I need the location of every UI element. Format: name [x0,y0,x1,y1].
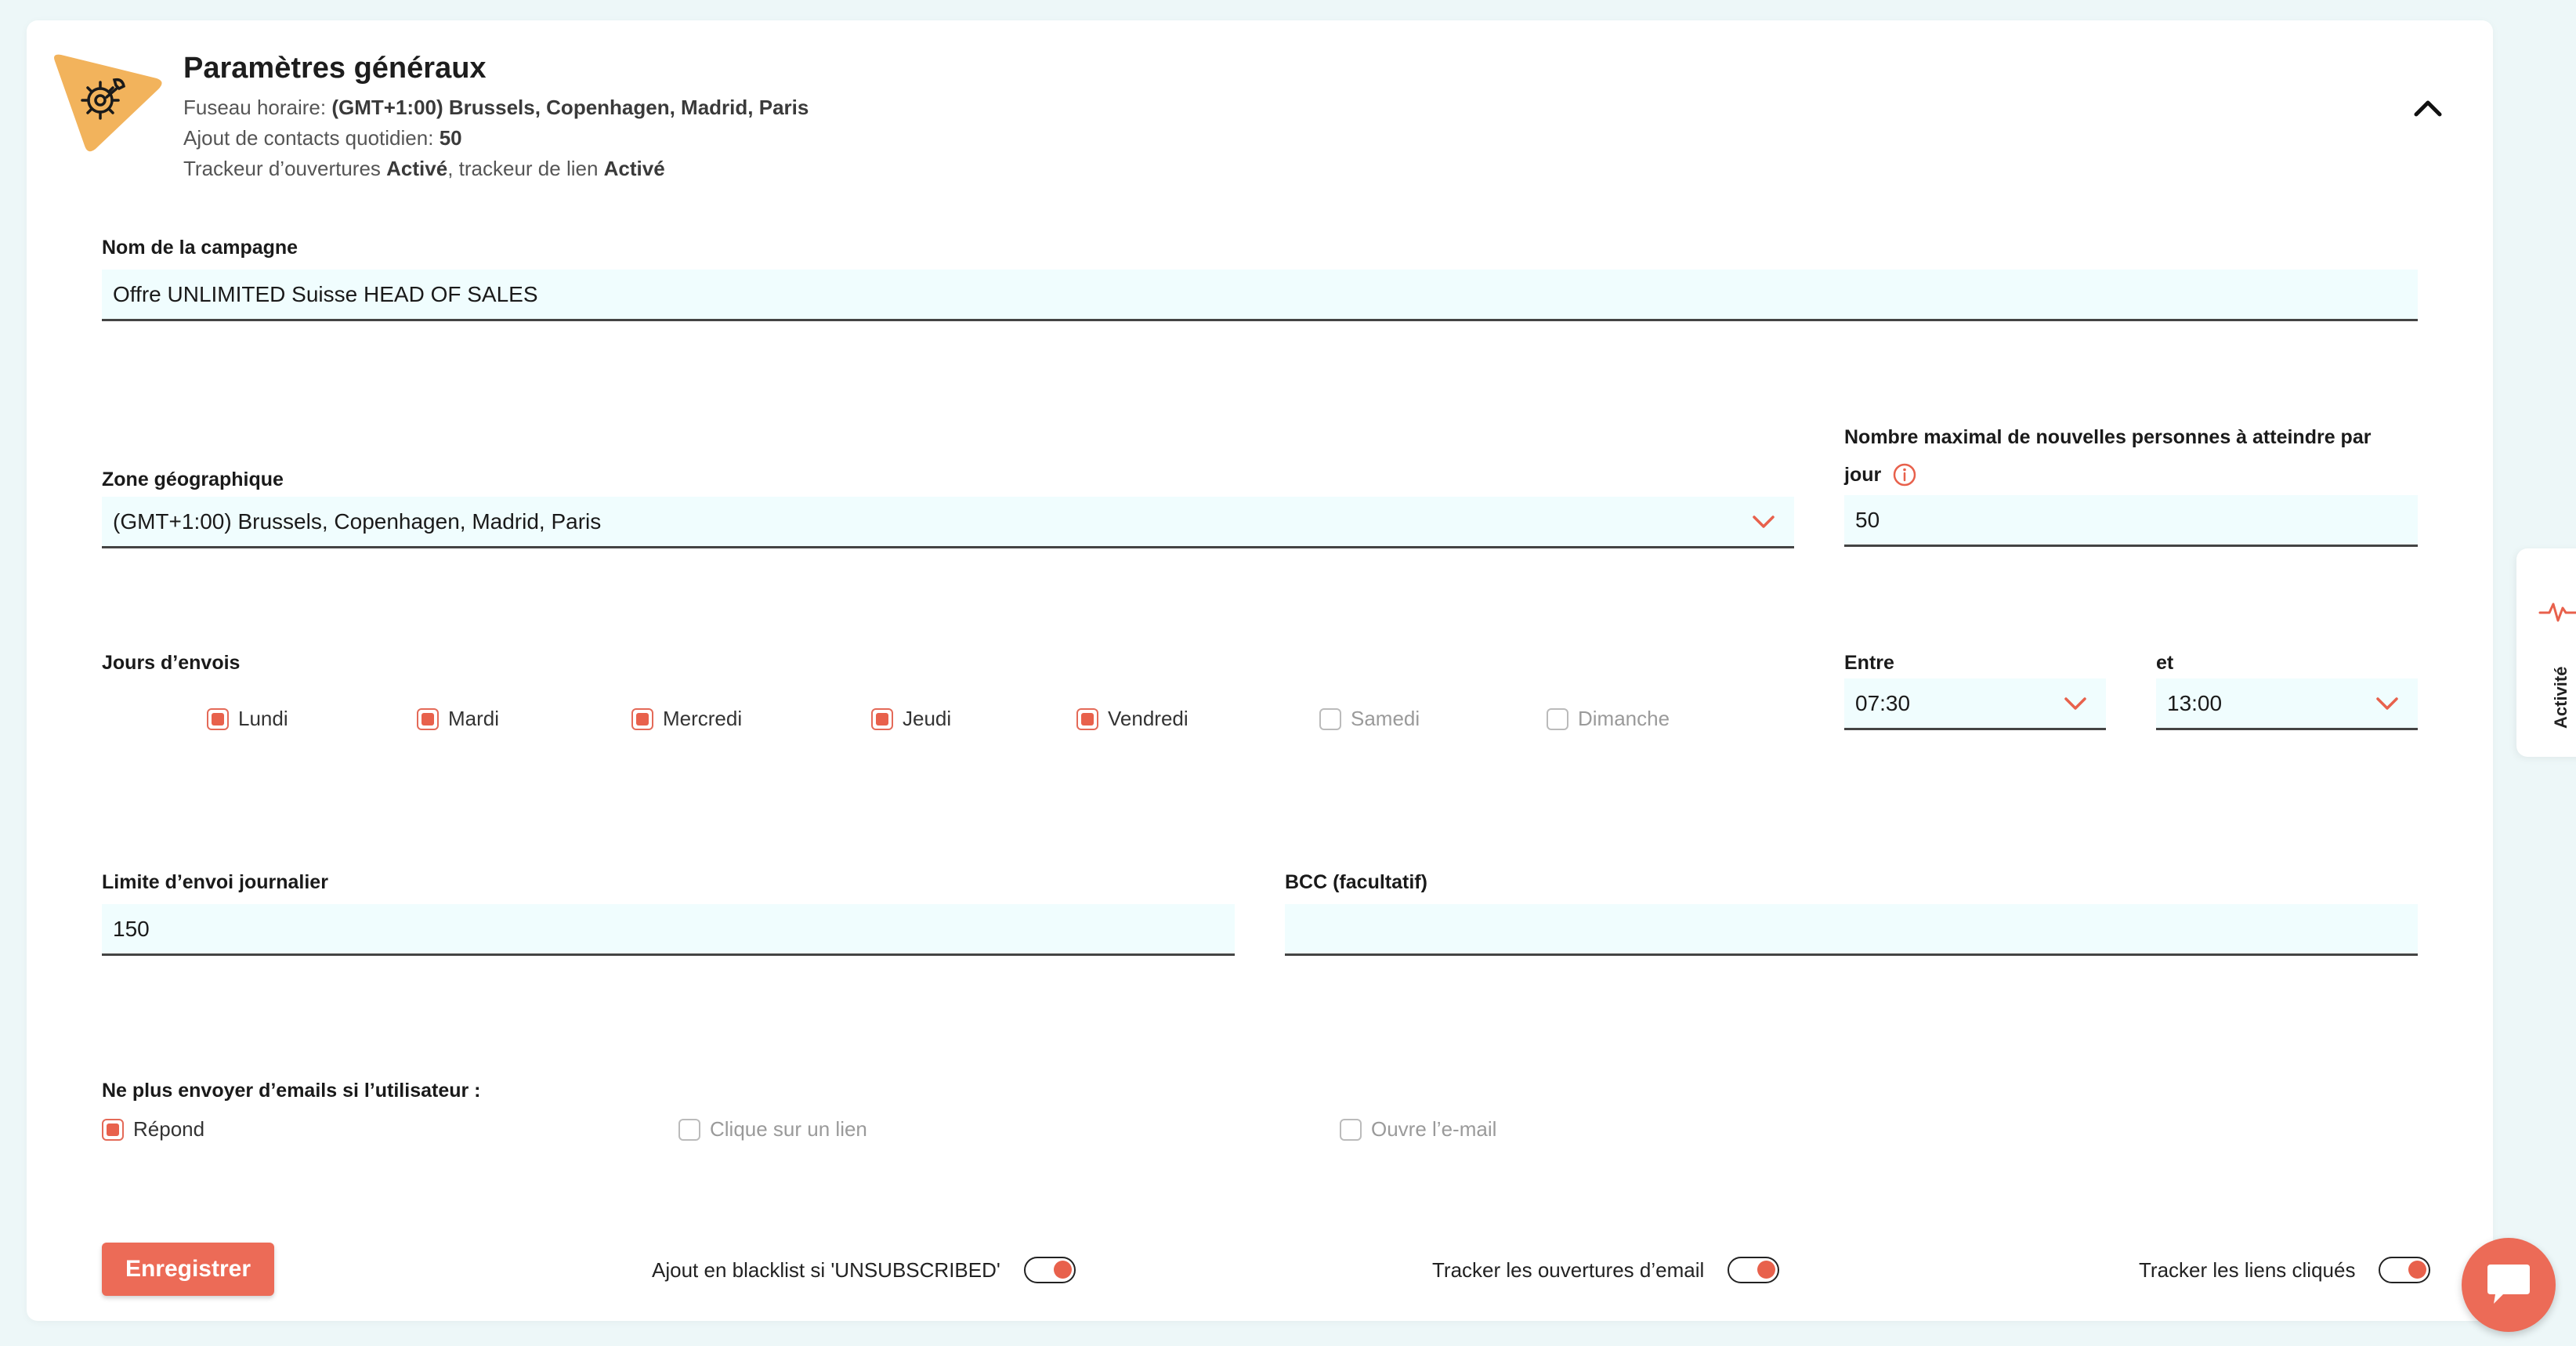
activity-side-tab[interactable]: Activité [2516,548,2576,757]
day-label: Dimanche [1578,707,1670,730]
checkbox-box[interactable] [1340,1118,1362,1141]
checkbox-box[interactable] [678,1118,700,1141]
timezone-summary-value: (GMT+1:00) Brussels, Copenhagen, Madrid,… [331,96,809,119]
day-checkbox-mardi[interactable]: Mardi [417,707,499,731]
settings-card [27,20,2493,1321]
day-label: Vendredi [1108,707,1189,730]
day-checkbox-mercredi[interactable]: Mercredi [631,707,742,731]
day-checkbox-vendredi[interactable]: Vendredi [1076,707,1189,731]
save-button[interactable]: Enregistrer [102,1243,274,1296]
zone-select[interactable]: (GMT+1:00) Brussels, Copenhagen, Madrid,… [102,497,1794,548]
max-people-label-jour: jour [1844,463,1882,486]
bcc-label: BCC (facultatif) [1285,871,1427,893]
stop-checkbox-ouvre-email[interactable]: Ouvre l’e-mail [1340,1117,1496,1142]
blacklist-toggle-row: Ajout en blacklist si 'UNSUBSCRIBED' [652,1257,1076,1283]
day-checkbox-jeudi[interactable]: Jeudi [871,707,951,731]
daily-contacts-label: Ajout de contacts quotidien: [183,126,434,150]
between-label: Entre [1844,652,1894,674]
track-open-toggle-row: Tracker les ouvertures d’email [1432,1257,1780,1283]
track-open-toggle[interactable] [1728,1257,1780,1283]
daily-contacts-summary: Ajout de contacts quotidien: 50 [183,126,462,150]
blacklist-label: Ajout en blacklist si 'UNSUBSCRIBED' [652,1257,1000,1282]
tracker-open-value: Activé [386,157,448,180]
daily-limit-input[interactable]: 150 [102,904,1235,956]
chevron-down-icon [1753,516,1775,528]
max-people-label: Nombre maximal de nouvelles personnes à … [1844,426,2372,448]
campaign-name-value: Offre UNLIMITED Suisse HEAD OF SALES [113,281,538,306]
day-label: Mercredi [663,707,743,730]
tracker-link-value: Activé [603,157,665,180]
chevron-up-icon[interactable] [2410,91,2446,127]
stop-label: Clique sur un lien [710,1117,867,1141]
timezone-summary: Fuseau horaire: (GMT+1:00) Brussels, Cop… [183,96,809,120]
checkbox-box[interactable] [871,707,893,730]
campaign-name-input[interactable]: Offre UNLIMITED Suisse HEAD OF SALES [102,270,2418,321]
timezone-summary-label: Fuseau horaire: [183,96,327,119]
day-checkbox-samedi[interactable]: Samedi [1319,707,1420,731]
day-label: Samedi [1351,707,1420,730]
checkbox-box[interactable] [207,707,229,730]
checkbox-box[interactable] [102,1118,124,1141]
start-time-value: 07:30 [1855,690,1911,715]
chat-bubble-icon [2487,1265,2530,1304]
checkbox-box[interactable] [1547,707,1568,730]
day-label: Jeudi [903,707,952,730]
daily-limit-label: Limite d’envoi journalier [102,871,328,893]
tracker-open-label: Trackeur d’ouvertures [183,157,381,180]
activity-label: Activité [2551,666,2571,729]
gear-wrench-icon [54,54,162,152]
daily-contacts-value: 50 [439,126,462,150]
day-label: Mardi [448,707,500,730]
stop-label: Ouvre l’e-mail [1371,1117,1497,1141]
day-checkbox-dimanche[interactable]: Dimanche [1547,707,1670,731]
days-label: Jours d’envois [102,652,241,674]
day-label: Lundi [238,707,288,730]
chat-button[interactable] [2462,1238,2556,1332]
stop-checkbox-clique-lien[interactable]: Clique sur un lien [678,1117,867,1142]
info-icon[interactable] [1892,462,1917,487]
bcc-input[interactable] [1285,904,2418,956]
zone-value: (GMT+1:00) Brussels, Copenhagen, Madrid,… [113,508,602,534]
tracker-summary: Trackeur d’ouvertures Activé, trackeur d… [183,157,665,181]
checkbox-box[interactable] [1319,707,1341,730]
checkbox-box[interactable] [1076,707,1098,730]
stop-label: Répond [133,1117,205,1141]
checkbox-box[interactable] [417,707,439,730]
max-people-input[interactable]: 50 [1844,495,2418,547]
end-time-value: 13:00 [2167,690,2223,715]
max-people-value: 50 [1855,507,1880,532]
stop-conditions-label: Ne plus envoyer d’emails si l’utilisateu… [102,1080,481,1102]
track-open-label: Tracker les ouvertures d’email [1432,1257,1705,1282]
track-links-toggle[interactable] [2379,1257,2431,1283]
track-links-toggle-row: Tracker les liens cliqués [2139,1257,2431,1283]
start-time-select[interactable]: 07:30 [1844,678,2106,730]
blacklist-toggle[interactable] [1023,1257,1076,1283]
and-label: et [2156,652,2174,674]
pulse-icon [2538,602,2576,622]
end-time-select[interactable]: 13:00 [2156,678,2418,730]
daily-limit-value: 150 [113,916,150,941]
stop-checkbox-repond[interactable]: Répond [102,1117,204,1142]
checkbox-box[interactable] [631,707,653,730]
chevron-down-icon [2064,697,2086,710]
zone-label: Zone géographique [102,469,284,490]
day-checkbox-lundi[interactable]: Lundi [207,707,288,731]
chevron-down-icon [2376,697,2398,710]
track-links-label: Tracker les liens cliqués [2139,1257,2356,1282]
max-people-label-line2: jour [1844,462,1917,487]
section-title: Paramètres généraux [183,52,487,85]
tracker-link-label: , trackeur de lien [447,157,599,180]
campaign-name-label: Nom de la campagne [102,237,298,259]
